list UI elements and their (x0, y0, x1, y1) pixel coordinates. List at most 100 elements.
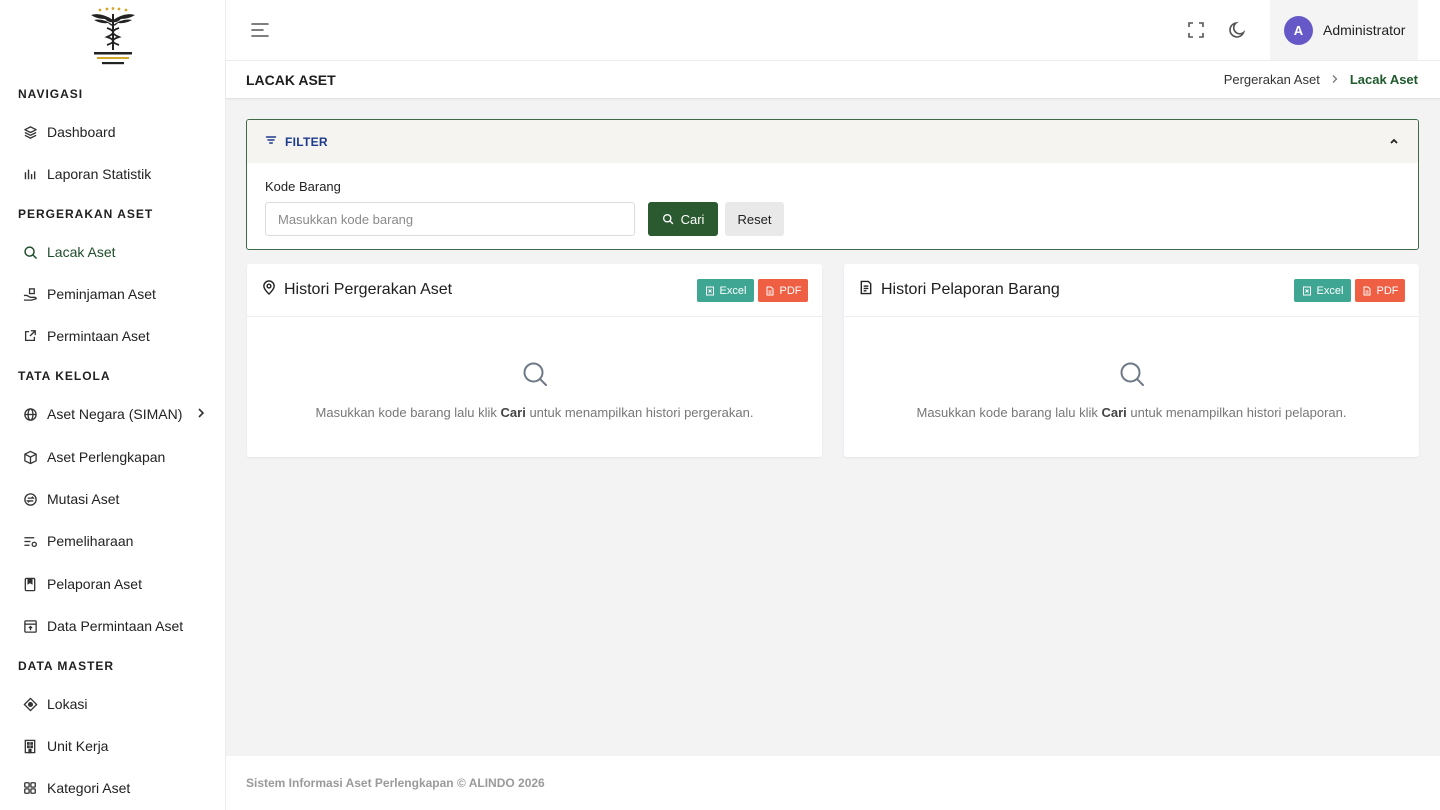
chevron-up-icon[interactable] (1388, 134, 1400, 152)
package-icon (22, 449, 38, 465)
sidebar-item-label: Kategori Aset (47, 780, 131, 796)
export-pdf-button[interactable]: PDF (1355, 279, 1405, 302)
card-header: Histori Pelaporan Barang Excel PDF (844, 264, 1419, 317)
histori-pergerakan-card: Histori Pergerakan Aset Excel PDF Masukk… (247, 264, 822, 457)
category-grid-icon (22, 780, 38, 796)
filter-icon (265, 133, 277, 151)
empty-state-text: Masukkan kode barang lalu klik Cari untu… (916, 405, 1347, 420)
page-title: LACAK ASET (246, 72, 336, 88)
topbar: A Administrator (226, 0, 1440, 61)
search-empty-icon (521, 360, 549, 393)
empty-state-text: Masukkan kode barang lalu klik Cari untu… (315, 405, 754, 420)
footer: Sistem Informasi Aset Perlengkapan © ALI… (226, 756, 1440, 810)
pdf-label: PDF (779, 284, 802, 297)
layers-icon (22, 124, 38, 140)
sidebar-item-mutasi-aset[interactable]: Mutasi Aset (0, 481, 226, 517)
sidebar: NAVIGASI Dashboard Laporan Statistik PER… (0, 0, 226, 810)
hand-box-icon (22, 286, 38, 302)
kode-barang-input[interactable] (265, 202, 635, 236)
bar-chart-icon (22, 166, 38, 182)
export-excel-button[interactable]: Excel (697, 279, 754, 302)
card-header: Histori Pergerakan Aset Excel PDF (247, 264, 822, 317)
sidebar-item-aset-negara[interactable]: Aset Negara (SIMAN) (0, 396, 226, 432)
search-empty-icon (1118, 360, 1146, 393)
dark-mode-toggle[interactable] (1227, 19, 1249, 41)
export-pdf-button[interactable]: PDF (758, 279, 808, 302)
sidebar-item-label: Permintaan Aset (47, 328, 150, 344)
excel-label: Excel (719, 284, 747, 297)
sidebar-item-label: Peminjaman Aset (47, 286, 156, 302)
section-pergerakan: PERGERAKAN ASET (18, 207, 154, 221)
fullscreen-button[interactable] (1185, 19, 1207, 41)
chevron-right-icon (1331, 73, 1339, 87)
excel-file-icon (1302, 286, 1311, 295)
book-icon (22, 576, 38, 592)
settings-list-icon (22, 533, 38, 549)
external-link-icon (22, 328, 38, 344)
breadcrumb-item-current: Lacak Aset (1349, 72, 1418, 87)
pdf-file-icon (766, 286, 773, 295)
building-icon (22, 738, 38, 754)
hospital-logo[interactable] (85, 6, 141, 68)
chevron-right-icon (196, 406, 206, 425)
filter-panel: FILTER Kode Barang Cari Reset (246, 119, 1419, 250)
sidebar-item-label: Lacak Aset (47, 244, 116, 260)
sidebar-item-label: Unit Kerja (47, 738, 109, 754)
map-pin-icon (262, 280, 276, 300)
sidebar-item-lokasi[interactable]: Lokasi (0, 686, 226, 722)
sidebar-item-lacak-aset[interactable]: Lacak Aset (0, 234, 226, 270)
sidebar-item-label: Mutasi Aset (47, 491, 120, 507)
reset-button[interactable]: Reset (725, 202, 784, 236)
excel-file-icon (705, 286, 714, 295)
location-target-icon (22, 696, 38, 712)
sidebar-item-label: Laporan Statistik (47, 166, 152, 182)
sidebar-item-label: Data Permintaan Aset (47, 618, 184, 634)
sidebar-item-data-permintaan[interactable]: Data Permintaan Aset (0, 608, 226, 644)
menu-toggle-button[interactable] (249, 19, 271, 41)
kode-barang-label: Kode Barang (265, 179, 341, 194)
search-button-label: Cari (680, 211, 705, 227)
card-title: Histori Pelaporan Barang (881, 281, 1060, 298)
sidebar-item-label: Dashboard (47, 124, 116, 140)
avatar: A (1284, 15, 1313, 45)
pdf-file-icon (1363, 286, 1370, 295)
moon-icon (1229, 21, 1246, 38)
section-navigasi: NAVIGASI (18, 87, 84, 101)
sidebar-item-label: Lokasi (47, 696, 88, 712)
sidebar-item-label: Pelaporan Aset (47, 576, 142, 592)
search-icon (662, 213, 673, 225)
search-button[interactable]: Cari (648, 202, 718, 236)
export-excel-button[interactable]: Excel (1294, 279, 1351, 302)
search-icon (22, 244, 38, 260)
sidebar-item-kategori-aset[interactable]: Kategori Aset (0, 770, 226, 806)
sidebar-item-aset-perlengkapan[interactable]: Aset Perlengkapan (0, 439, 226, 475)
hamburger-icon (251, 23, 269, 37)
globe-icon (22, 406, 38, 422)
user-name: Administrator (1323, 22, 1406, 38)
section-data-master: DATA MASTER (18, 659, 115, 673)
histori-pelaporan-card: Histori Pelaporan Barang Excel PDF Masuk… (844, 264, 1419, 457)
section-tata-kelola: TATA KELOLA (18, 369, 111, 383)
document-icon (859, 280, 873, 300)
sidebar-item-permintaan-aset[interactable]: Permintaan Aset (0, 318, 226, 354)
filter-title: FILTER (285, 134, 328, 149)
pdf-label: PDF (1376, 284, 1399, 297)
card-title: Histori Pergerakan Aset (284, 281, 453, 298)
archive-upload-icon (22, 618, 38, 634)
sidebar-item-unit-kerja[interactable]: Unit Kerja (0, 728, 226, 764)
user-menu[interactable]: A Administrator (1270, 0, 1418, 60)
sidebar-item-laporan-statistik[interactable]: Laporan Statistik (0, 156, 226, 192)
breadcrumb-item-pergerakan[interactable]: Pergerakan Aset (1224, 72, 1320, 87)
excel-label: Excel (1316, 284, 1344, 297)
page-header: LACAK ASET Pergerakan Aset Lacak Aset (226, 61, 1440, 99)
sidebar-item-label: Aset Perlengkapan (47, 449, 166, 465)
sidebar-item-label: Pemeliharaan (47, 533, 134, 549)
filter-header[interactable]: FILTER (247, 120, 1418, 163)
sidebar-item-pelaporan-aset[interactable]: Pelaporan Aset (0, 566, 226, 602)
footer-text: Sistem Informasi Aset Perlengkapan © ALI… (246, 776, 545, 790)
sidebar-item-dashboard[interactable]: Dashboard (0, 114, 226, 150)
sidebar-item-pemeliharaan[interactable]: Pemeliharaan (0, 523, 226, 559)
fullscreen-icon (1188, 22, 1204, 38)
breadcrumb: Pergerakan Aset Lacak Aset (1224, 72, 1418, 87)
sidebar-item-peminjaman-aset[interactable]: Peminjaman Aset (0, 276, 226, 312)
